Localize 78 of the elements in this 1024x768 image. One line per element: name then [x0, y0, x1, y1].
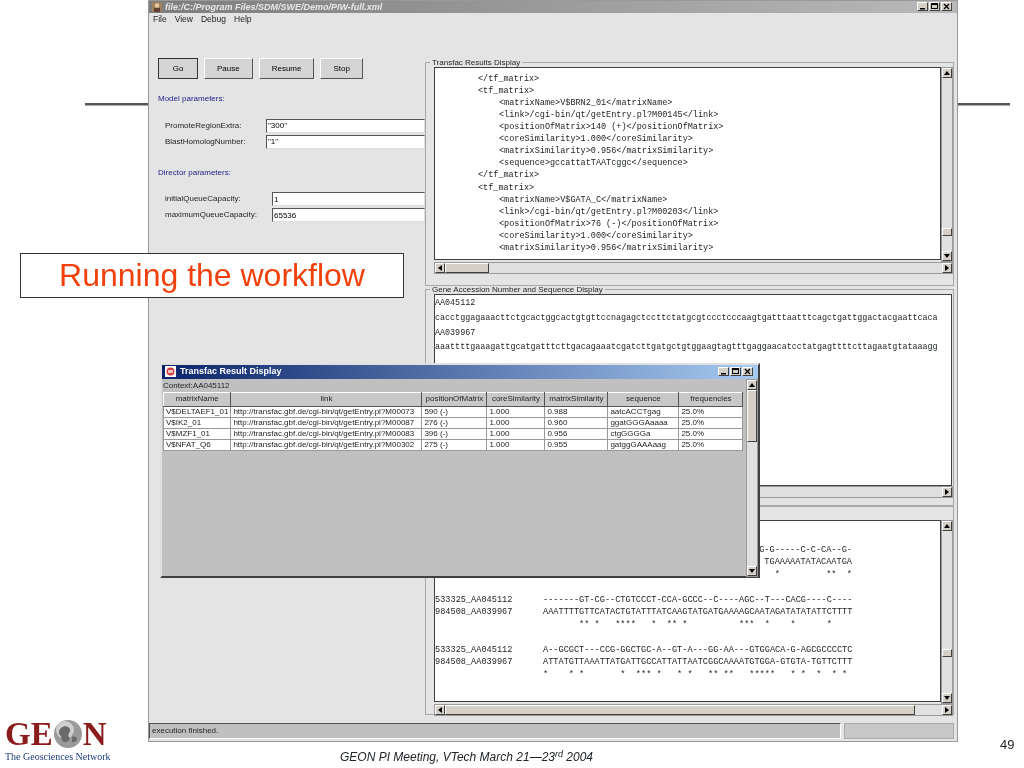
xml-line: <positionOfMatrix>76 (-)</positionOfMatrix>: [498, 217, 720, 230]
group-title: Transfac Results Display: [431, 58, 522, 67]
alignment-sequence: TGAAAAATATACAATGA: [764, 556, 852, 569]
xml-line: <positionOfMatrix>140 (+)</positionOfMatrix>: [498, 121, 725, 134]
table-cell: 275 (-): [421, 439, 487, 450]
logo-text: GE: [5, 719, 53, 749]
footer-text: GEON PI Meeting, VTech March 21—23$^{rd}$ 2004: [339, 747, 595, 766]
dialog-title: Transfac Result Display: [180, 365, 282, 378]
page-number: 49: [999, 735, 1016, 754]
table-cell: V$IK2_01: [163, 417, 231, 428]
logo-text: N: [82, 719, 107, 749]
field-label: maximumQueueCapacity:: [165, 210, 259, 220]
xml-line: <matrixSimilarity>0.956</matrixSimilarity>: [498, 145, 715, 158]
table-cell: V$MZF1_01: [163, 428, 231, 439]
alignment-sequence: -------GT-CG--CTGTCCCT-CCA-GCCC--C----AGC--T---CACG----C----: [543, 593, 853, 607]
table-cell: 25.0%: [678, 428, 743, 439]
alignment-sequence: A--GCGCT---CCG-GGCTGC-A--GT-A---GG-AA---GTGGACA-G-AGCGCCCCTC: [543, 643, 853, 657]
xml-line: <tf_matrix>: [477, 85, 536, 98]
xml-line: </tf_matrix>: [477, 72, 541, 85]
context-label: Context:AA045112: [163, 379, 231, 392]
sequence-id: 984508_AA039967: [435, 656, 514, 669]
status-bar: execution finished.: [149, 723, 841, 739]
sequence-line: AA045112: [435, 296, 477, 310]
table-cell: gatggGAAAaag: [607, 439, 679, 450]
xml-line: </tf_matrix>: [477, 169, 541, 182]
xml-line: <sequence>gccattatTAATcggc</sequence>: [498, 157, 689, 170]
table-cell: 25.0%: [678, 417, 743, 428]
xml-line: <link>/cgi-bin/qt/getEntry.pl?M00203</link>: [498, 205, 720, 218]
alignment-sequence: ATTATGTTAAATTATGATTGCCATTATTAATCGGCAAAATGTGGA-GTGTA-TGTTCTTT: [543, 656, 853, 669]
table-cell: 1.000: [486, 428, 545, 439]
sequence-id: 533325_AA045112: [435, 593, 514, 607]
consensus-line: ** * **** * ** * *** * * *: [578, 618, 833, 632]
table-cell: 25.0%: [678, 439, 743, 450]
table-cell: 396 (-): [421, 428, 487, 439]
table-cell: V$DELTAEF1_01: [163, 406, 231, 417]
xml-line: <link>/cgi-bin/qt/getEntry.pl?M00145</link>: [498, 109, 720, 122]
table-cell: http://transfac.gbf.de/cgi-bin/qt/getEntry.pl?M00302: [230, 439, 422, 450]
sequence-line: AA039967: [435, 326, 477, 340]
xml-line: <coreSimilarity>1.000</coreSimilarity>: [498, 133, 694, 146]
xml-line: <matrixName>V$BRN2_01</matrixName>: [498, 97, 674, 110]
alignment-sequence: AAATTTTGTTCATACTGTATTTATCAAGTATGATGAAAAGCAATAGATATATATTCTTTT: [543, 606, 853, 619]
table-cell: http://transfac.gbf.de/cgi-bin/qt/getEntry.pl?M00073: [230, 406, 422, 417]
field-label: BlastHomologNumber:: [165, 136, 247, 147]
logo-tagline: The Geosciences Network: [5, 750, 112, 764]
table-cell: 590 (-): [421, 406, 487, 417]
group-title: Gene Accession Number and Sequence Display: [431, 285, 604, 294]
xml-line: <coreSimilarity>1.000</coreSimilarity>: [498, 229, 694, 242]
table-cell: http://transfac.gbf.de/cgi-bin/qt/getEntry.pl?M00087: [230, 417, 422, 428]
table-cell: 1.000: [486, 406, 545, 417]
section-heading: Model parameters:: [158, 93, 226, 104]
table-cell: aatcACCTgag: [607, 406, 679, 417]
table-cell: 0.956: [544, 428, 608, 439]
xml-line: <matrixName>V$GATA_C</matrixName>: [498, 193, 669, 206]
alignment-sequence: * ** *: [774, 568, 852, 582]
table-cell: 25.0%: [678, 406, 743, 417]
table-cell: 0.955: [544, 439, 608, 450]
table-cell: V$NFAT_Q6: [163, 439, 231, 450]
table-cell: 0.960: [544, 417, 608, 428]
alignment-sequence: G-G-----C-C-CA--G-: [759, 543, 852, 557]
consensus-line: * * * * *** * * * ** ** ***** * * * * *: [543, 668, 849, 682]
xml-line: <tf_matrix>: [477, 181, 536, 194]
table-cell: 0.988: [544, 406, 608, 417]
table-cell: 276 (-): [421, 417, 487, 428]
field-label: initialQueueCapacity:: [165, 194, 242, 204]
sequence-line: cacctggagaaacttctgcactggcactgtgttccnagagctccttctatgcgtccctcccaagtgatttaatttcagctgattggactacgaattcaca: [435, 311, 939, 325]
table-cell: http://transfac.gbf.de/cgi-bin/qt/getEntry.pl?M00083: [230, 428, 422, 439]
section-heading: Director parameters:: [158, 167, 232, 178]
table-cell: 1.000: [486, 439, 545, 450]
window-title: file:/C:/Program Files/SDM/SWE/Demo/PIW-full.xml: [165, 1, 383, 13]
xml-line: <matrixSimilarity>0.956</matrixSimilarity>: [498, 241, 715, 254]
field-label: PromoteRegionExtra:: [165, 120, 243, 131]
table-cell: 1.000: [486, 417, 545, 428]
slide-heading: Running the workflow: [20, 253, 404, 298]
table-cell: ctgGGGGa: [607, 428, 679, 439]
sequence-id: 533325_AA045112: [435, 643, 514, 657]
sequence-line: aaattttgaaagattgcatgatttcttgacagaaatcgatcttgatgctgtggaagtagtttgaggaacatcctatgagttttcttagaatgtataaagg: [435, 341, 939, 355]
sequence-id: 984508_AA039967: [435, 606, 514, 619]
table-cell: ggatGGGAaaaa: [607, 417, 679, 428]
